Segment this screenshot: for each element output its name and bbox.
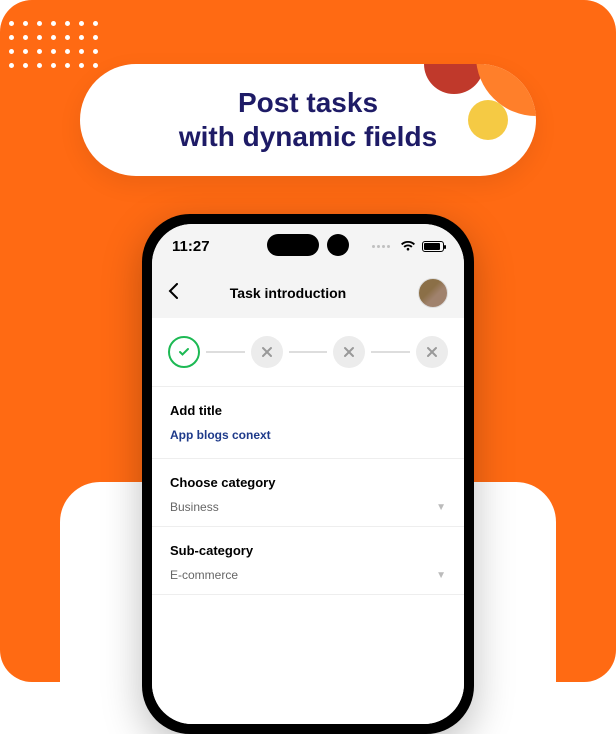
close-icon: [261, 346, 273, 358]
close-icon: [426, 346, 438, 358]
status-bar: 11:27: [152, 224, 464, 268]
promo-banner: Post tasks with dynamic fields: [80, 64, 536, 176]
cellular-icon: [372, 245, 390, 248]
title-input[interactable]: App blogs conext: [170, 428, 446, 450]
subcategory-select[interactable]: E-commerce ▼: [170, 568, 446, 586]
subcategory-value: E-commerce: [170, 568, 238, 582]
category-value: Business: [170, 500, 219, 514]
title-field-section: Add title App blogs conext: [152, 387, 464, 459]
step-1-done[interactable]: [168, 336, 200, 368]
decorative-dots: [4, 16, 102, 72]
app-header: Task introduction: [152, 268, 464, 318]
avatar[interactable]: [418, 278, 448, 308]
check-icon: [177, 345, 191, 359]
subcategory-field-section: Sub-category E-commerce ▼: [152, 527, 464, 595]
form-content: Add title App blogs conext Choose catego…: [152, 318, 464, 724]
status-time: 11:27: [172, 238, 210, 255]
phone-mockup: 11:27 Task introduction: [142, 214, 474, 734]
chevron-down-icon: ▼: [436, 502, 446, 513]
category-field-section: Choose category Business ▼: [152, 459, 464, 527]
dynamic-island: [267, 234, 349, 256]
wifi-icon: [400, 240, 416, 252]
battery-icon: [422, 241, 444, 252]
step-2-pending[interactable]: [251, 336, 283, 368]
progress-stepper: [152, 318, 464, 387]
category-select[interactable]: Business ▼: [170, 500, 446, 518]
step-connector: [289, 351, 328, 353]
step-connector: [371, 351, 410, 353]
step-connector: [206, 351, 245, 353]
title-label: Add title: [170, 403, 446, 418]
subcategory-label: Sub-category: [170, 543, 446, 558]
step-4-pending[interactable]: [416, 336, 448, 368]
chevron-down-icon: ▼: [436, 570, 446, 581]
step-3-pending[interactable]: [333, 336, 365, 368]
decorative-shapes: [426, 64, 536, 134]
close-icon: [343, 346, 355, 358]
category-label: Choose category: [170, 475, 446, 490]
promo-line-2: with dynamic fields: [179, 121, 437, 152]
promo-line-1: Post tasks: [238, 87, 378, 118]
page-title: Task introduction: [170, 285, 406, 301]
promo-heading: Post tasks with dynamic fields: [179, 86, 437, 153]
